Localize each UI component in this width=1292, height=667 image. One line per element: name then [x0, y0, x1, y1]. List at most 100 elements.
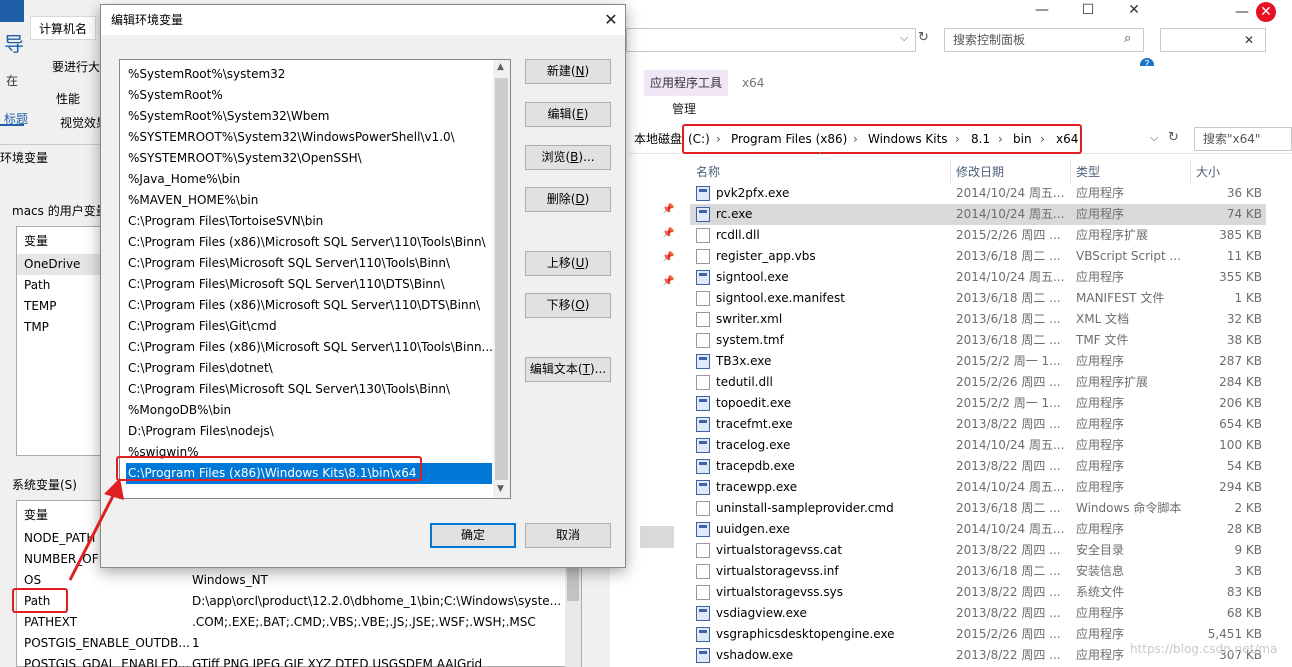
path-entry[interactable]: C:\Program Files\TortoiseSVN\bin: [126, 211, 492, 232]
file-row[interactable]: topoedit.exe 2015/2/2 周一 1... 应用程序 206 KB: [690, 393, 1266, 414]
path-entry[interactable]: %SYSTEMROOT%\System32\WindowsPowerShell\…: [126, 127, 492, 148]
breadcrumb-windows-kits[interactable]: Windows Kits: [868, 131, 948, 147]
file-row[interactable]: swriter.xml 2013/6/18 周二 ... XML 文档 32 KB: [690, 309, 1266, 330]
tab-computer-name[interactable]: 计算机名: [30, 16, 97, 40]
path-entry[interactable]: %SystemRoot%\system32: [126, 64, 492, 85]
ok-button[interactable]: 确定: [430, 523, 516, 548]
cancel-button[interactable]: 取消: [525, 523, 611, 548]
breadcrumb-drive[interactable]: (C:): [688, 131, 710, 147]
path-entry[interactable]: C:\Program Files (x86)\Microsoft SQL Ser…: [126, 295, 492, 316]
column-date[interactable]: 修改日期: [956, 160, 1004, 184]
file-row[interactable]: rcdll.dll 2015/2/26 周四 ... 应用程序扩展 385 KB: [690, 225, 1266, 246]
path-entry[interactable]: C:\Program Files\Git\cmd: [126, 316, 492, 337]
edit-button[interactable]: 编辑(E): [525, 102, 611, 127]
path-entry[interactable]: %SystemRoot%\System32\Wbem: [126, 106, 492, 127]
system-var-name[interactable]: NUMBER_OF: [17, 549, 99, 570]
breadcrumb-8-1[interactable]: 8.1: [971, 131, 990, 147]
column-variable[interactable]: 变量: [17, 505, 48, 526]
file-row[interactable]: virtualstoragevss.inf 2013/6/18 周二 ... 安装信…: [690, 561, 1266, 582]
system-var-value[interactable]: 1: [185, 633, 561, 654]
file-row[interactable]: pvk2pfx.exe 2014/10/24 周五... 应用程序 36 KB: [690, 183, 1266, 204]
explorer-search[interactable]: 搜索"x64": [1194, 127, 1292, 151]
system-var-value[interactable]: .COM;.EXE;.BAT;.CMD;.VBS;.VBE;.JS;.JSE;.…: [185, 612, 561, 633]
close-button[interactable]: ✕: [1114, 0, 1154, 20]
column-divider[interactable]: [1070, 160, 1071, 184]
pin-icon[interactable]: 📌: [662, 277, 674, 287]
file-row[interactable]: tracewpp.exe 2014/10/24 周五... 应用程序 294 KB: [690, 477, 1266, 498]
browse-button[interactable]: 浏览(B)...: [525, 145, 611, 170]
column-divider[interactable]: [1190, 160, 1191, 184]
maximize-button[interactable]: ☐: [1068, 0, 1108, 20]
move-up-button[interactable]: 上移(U): [525, 251, 611, 276]
file-row[interactable]: tedutil.dll 2015/2/26 周四 ... 应用程序扩展 284 KB: [690, 372, 1266, 393]
file-row[interactable]: virtualstoragevss.cat 2013/8/22 周四 ... 安全目…: [690, 540, 1266, 561]
file-row[interactable]: tracefmt.exe 2013/8/22 周四 ... 应用程序 654 KB: [690, 414, 1266, 435]
pin-icon[interactable]: 📌: [662, 229, 674, 239]
system-var-name[interactable]: PATHEXT: [17, 612, 77, 633]
system-var-value[interactable]: GTiff PNG JPEG GIF XYZ DTED USGSDEM AAIG…: [185, 654, 561, 667]
file-row[interactable]: system.tmf 2013/6/18 周二 ... TMF 文件 38 KB: [690, 330, 1266, 351]
file-row[interactable]: uuidgen.exe 2014/10/24 周五... 应用程序 28 KB: [690, 519, 1266, 540]
path-entry[interactable]: C:\Program Files\Microsoft SQL Server\13…: [126, 379, 492, 400]
scrollbar-thumb[interactable]: [495, 78, 508, 480]
scroll-down-icon[interactable]: ▼: [497, 484, 504, 494]
user-var-row[interactable]: TMP: [17, 317, 49, 338]
breadcrumb-x64[interactable]: x64: [1056, 131, 1078, 147]
refresh-icon[interactable]: ↻: [1168, 130, 1179, 145]
system-var-value[interactable]: D:\app\orcl\product\12.2.0\dbhome_1\bin;…: [185, 591, 561, 612]
path-entry[interactable]: %MAVEN_HOME%\bin: [126, 190, 492, 211]
path-entry[interactable]: %Java_Home%\bin: [126, 169, 492, 190]
file-row[interactable]: signtool.exe.manifest 2013/6/18 周二 ... MAN…: [690, 288, 1266, 309]
user-var-row[interactable]: OneDrive: [17, 254, 101, 275]
pin-icon[interactable]: 📌: [662, 205, 674, 215]
new-button[interactable]: 新建(N): [525, 59, 611, 84]
file-row[interactable]: rc.exe 2014/10/24 周五... 应用程序 74 KB: [690, 204, 1266, 225]
path-list[interactable]: %SystemRoot%\system32 %SystemRoot% %System…: [119, 59, 511, 499]
nav-label-local-disk[interactable]: 本地磁盘: [634, 131, 682, 147]
file-row[interactable]: tracelog.exe 2014/10/24 周五... 应用程序 100 KB: [690, 435, 1266, 456]
breadcrumb-bin[interactable]: bin: [1013, 131, 1032, 147]
user-var-row[interactable]: Path: [17, 275, 50, 296]
system-var-name[interactable]: POSTGIS_GDAL_ENABLED...: [17, 654, 189, 667]
system-var-value[interactable]: Windows_NT: [185, 570, 561, 591]
file-row[interactable]: tracepdb.exe 2013/8/22 周四 ... 应用程序 54 KB: [690, 456, 1266, 477]
ribbon-tab-manage[interactable]: 管理: [672, 98, 696, 120]
system-var-name[interactable]: POSTGIS_ENABLE_OUTDB...: [17, 633, 190, 654]
path-entry[interactable]: %MongoDB%\bin: [126, 400, 492, 421]
clear-icon[interactable]: ✕: [1244, 33, 1254, 47]
ribbon-tab-app-tools[interactable]: 应用程序工具: [644, 70, 728, 96]
path-entry[interactable]: C:\Program Files\Microsoft SQL Server\11…: [126, 253, 492, 274]
file-row[interactable]: uninstall-sampleprovider.cmd 2013/6/18 周二…: [690, 498, 1266, 519]
search-icon[interactable]: ⌕: [1124, 31, 1131, 46]
pin-icon[interactable]: 📌: [662, 253, 674, 263]
path-entry[interactable]: C:\Program Files (x86)\Microsoft SQL Ser…: [126, 337, 492, 358]
chevron-down-icon[interactable]: ⌵: [1150, 131, 1158, 145]
system-var-name[interactable]: NODE_PATH: [17, 528, 95, 549]
minimize-button[interactable]: —: [1022, 0, 1062, 20]
delete-button[interactable]: 删除(D): [525, 187, 611, 212]
user-var-row[interactable]: TEMP: [17, 296, 57, 317]
file-row[interactable]: virtualstoragevss.sys 2013/8/22 周四 ... 系统文…: [690, 582, 1266, 603]
file-row[interactable]: register_app.vbs 2013/6/18 周二 ... VBScript…: [690, 246, 1266, 267]
path-entry[interactable]: %SystemRoot%: [126, 85, 492, 106]
breadcrumb-program-files[interactable]: Program Files (x86): [731, 131, 847, 147]
control-panel-address[interactable]: [626, 28, 916, 52]
column-type[interactable]: 类型: [1076, 160, 1100, 184]
user-vars-list[interactable]: 变量 OneDrive Path TEMP TMP: [16, 226, 102, 456]
column-size[interactable]: 大小: [1196, 160, 1220, 184]
file-row[interactable]: signtool.exe 2014/10/24 周五... 应用程序 355 KB: [690, 267, 1266, 288]
close-button-2[interactable]: ✕: [1256, 2, 1276, 22]
column-name[interactable]: 名称: [696, 160, 720, 184]
refresh-icon[interactable]: ↻: [918, 30, 929, 45]
edit-text-button[interactable]: 编辑文本(T)...: [525, 357, 611, 382]
path-entry[interactable]: %SYSTEMROOT%\System32\OpenSSH\: [126, 148, 492, 169]
dialog-close-button[interactable]: ✕: [597, 9, 625, 31]
file-row[interactable]: TB3x.exe 2015/2/2 周一 1... 应用程序 287 KB: [690, 351, 1266, 372]
column-variable[interactable]: 变量: [17, 231, 48, 252]
path-entry[interactable]: D:\Program Files\nodejs\: [126, 421, 492, 442]
file-row[interactable]: vsdiagview.exe 2013/8/22 周四 ... 应用程序 68 KB: [690, 603, 1266, 624]
scroll-up-icon[interactable]: ▲: [497, 62, 504, 72]
column-divider[interactable]: [950, 160, 951, 184]
move-down-button[interactable]: 下移(O): [525, 293, 611, 318]
control-panel-search[interactable]: 搜索控制面板: [944, 28, 1144, 52]
